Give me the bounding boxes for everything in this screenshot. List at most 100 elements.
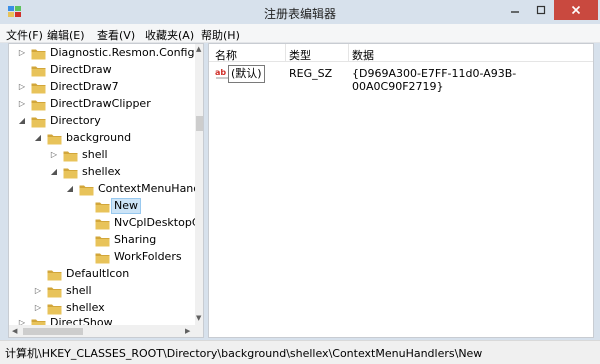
tree-item-label: Diagnostic.Resmon.Config <box>50 46 195 59</box>
folder-icon <box>31 66 46 77</box>
tree-item[interactable]: NvCplDesktopC <box>9 215 200 232</box>
tree-expander-icon[interactable]: ▷ <box>33 286 43 296</box>
tree-item-label: DefaultIcon <box>66 267 130 280</box>
folder-icon <box>47 134 62 145</box>
tree-expander-icon[interactable]: ◢ <box>17 116 27 126</box>
folder-icon <box>95 236 110 247</box>
tree-item[interactable]: DefaultIcon <box>9 266 189 283</box>
menu-favorites[interactable]: 收藏夹(A) <box>145 27 194 43</box>
folder-icon <box>31 100 46 111</box>
tree-expander-icon[interactable] <box>81 201 91 211</box>
tree-item-label: DirectDraw <box>50 63 112 76</box>
folder-icon <box>31 117 46 128</box>
scroll-left-arrow-icon[interactable]: ◀ <box>12 327 17 335</box>
column-divider[interactable] <box>285 44 286 62</box>
menu-view[interactable]: 查看(V) <box>97 27 135 43</box>
column-divider[interactable] <box>348 44 349 62</box>
status-bar: 计算机\HKEY_CLASSES_ROOT\Directory\backgrou… <box>0 340 600 364</box>
tree-item[interactable]: New <box>9 198 189 215</box>
tree-item-label: shell <box>66 284 92 297</box>
tree-item-label: shellex <box>82 165 121 178</box>
tree-item-label: background <box>66 131 132 144</box>
tree-item[interactable]: WorkFolders <box>9 249 189 266</box>
menu-help[interactable]: 帮助(H) <box>201 27 240 43</box>
value-name-edit-field[interactable]: (默认) <box>228 65 265 83</box>
value-row[interactable]: ab (默认) REG_SZ {D969A300-E7FF-11d0-A93B-… <box>209 64 593 93</box>
folder-icon <box>31 49 46 60</box>
scroll-down-arrow-icon[interactable]: ▼ <box>196 314 201 322</box>
folder-icon <box>95 202 110 213</box>
folder-icon <box>95 253 110 264</box>
status-key-path: 计算机\HKEY_CLASSES_ROOT\Directory\backgrou… <box>5 347 483 360</box>
folder-icon <box>95 219 110 230</box>
tree-expander-icon[interactable] <box>17 65 27 75</box>
tree-expander-icon[interactable]: ▷ <box>49 150 59 160</box>
column-header-name[interactable]: 名称 <box>215 47 237 63</box>
registry-tree[interactable]: ▷ Diagnostic.Resmon.Config DirectDraw ▷ Dire… <box>8 43 204 338</box>
scroll-up-arrow-icon[interactable]: ▲ <box>196 45 201 53</box>
tree-expander-icon[interactable] <box>81 235 91 245</box>
tree-expander-icon[interactable] <box>81 252 91 262</box>
tree-item-label: shellex <box>66 301 105 314</box>
tree-expander-icon[interactable]: ◢ <box>65 184 75 194</box>
value-data: {D969A300-E7FF-11d0-A93B-00A0C90F2719} <box>352 67 517 93</box>
column-header-type[interactable]: 类型 <box>289 47 311 63</box>
tree-item-label: ContextMenuHand <box>98 182 201 195</box>
tree-item-label: Directory <box>50 114 101 127</box>
values-list[interactable]: 名称 类型 数据 ab (默认) REG_SZ {D969A300-E7FF-1… <box>208 43 594 338</box>
tree-item[interactable]: ▷ DirectDraw7 <box>9 79 189 96</box>
menu-bar: 文件(F) 编辑(E) 查看(V) 收藏夹(A) 帮助(H) <box>0 24 600 43</box>
tree-item-label: WorkFolders <box>114 250 182 263</box>
folder-icon <box>47 287 62 298</box>
tree-expander-icon[interactable]: ▷ <box>17 99 27 109</box>
folder-icon <box>47 304 62 315</box>
tree-item[interactable]: DirectDraw <box>9 62 189 79</box>
maximize-button[interactable] <box>528 0 554 20</box>
tree-item[interactable]: ◢ shellex <box>9 164 189 181</box>
tree-item-label: DirectDraw7 <box>50 80 119 93</box>
tree-item[interactable]: ◢ Directory <box>9 113 189 130</box>
folder-icon <box>63 151 78 162</box>
tree-expander-icon[interactable] <box>81 218 91 228</box>
tree-item[interactable]: ◢ background <box>9 130 189 147</box>
tree-expander-icon[interactable]: ▷ <box>17 48 27 58</box>
tree-item[interactable]: Sharing <box>9 232 189 249</box>
tree-item-label: New <box>111 198 141 214</box>
folder-icon <box>63 168 78 179</box>
tree-expander-icon[interactable]: ▷ <box>17 82 27 92</box>
title-bar: 注册表编辑器 <box>0 0 600 24</box>
list-header: 名称 类型 数据 <box>209 44 593 62</box>
tree-expander-icon[interactable]: ◢ <box>49 167 59 177</box>
menu-file[interactable]: 文件(F) <box>6 27 43 43</box>
value-type: REG_SZ <box>289 67 333 80</box>
minimize-icon <box>511 11 519 13</box>
tree-horizontal-scrollbar[interactable]: ◀ ▶ <box>9 325 203 337</box>
tree-item[interactable]: ▷ DirectDrawClipper <box>9 96 189 113</box>
folder-icon <box>31 83 46 94</box>
menu-edit[interactable]: 编辑(E) <box>47 27 85 43</box>
string-value-icon: ab <box>215 68 228 79</box>
svg-text:ab: ab <box>215 68 226 77</box>
folder-icon <box>79 185 94 196</box>
tree-item-label: NvCplDesktopC <box>114 216 200 229</box>
tree-item[interactable]: ▷ Diagnostic.Resmon.Config <box>9 45 194 62</box>
close-icon <box>571 5 581 15</box>
scroll-right-arrow-icon[interactable]: ▶ <box>185 327 190 335</box>
minimize-button[interactable] <box>502 0 528 20</box>
tree-item[interactable]: ▷ shell <box>9 283 189 300</box>
folder-icon <box>47 270 62 281</box>
close-button[interactable] <box>554 0 598 20</box>
tree-horizontal-thumb[interactable] <box>23 328 83 335</box>
tree-item[interactable]: ◢ ContextMenuHand <box>9 181 200 198</box>
tree-item-label: shell <box>82 148 108 161</box>
tree-item[interactable]: ▷ shell <box>9 147 189 164</box>
tree-expander-icon[interactable] <box>33 269 43 279</box>
tree-expander-icon[interactable]: ◢ <box>33 133 43 143</box>
tree-item-label: DirectDrawClipper <box>50 97 151 110</box>
maximize-icon <box>536 5 546 15</box>
tree-item-label: Sharing <box>114 233 157 246</box>
tree-expander-icon[interactable]: ▷ <box>33 303 43 313</box>
tree-vertical-thumb[interactable] <box>196 116 203 131</box>
tree-vertical-scrollbar[interactable]: ▲ ▼ <box>195 44 203 325</box>
column-header-data[interactable]: 数据 <box>352 47 374 63</box>
